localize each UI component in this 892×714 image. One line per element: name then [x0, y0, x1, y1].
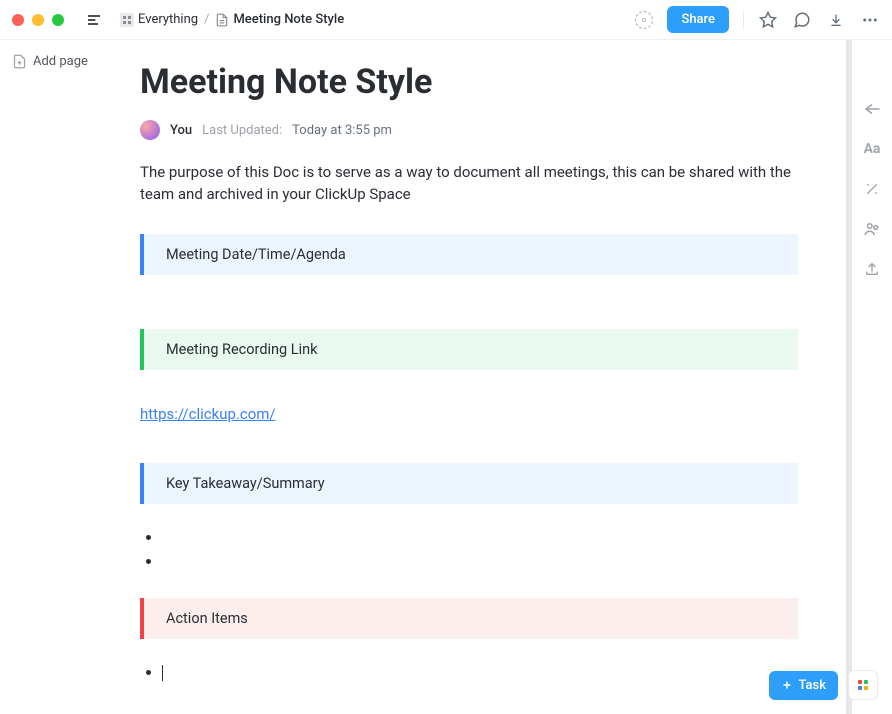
topbar-divider: [743, 11, 744, 29]
minimize-window-button[interactable]: [32, 14, 44, 26]
list-item[interactable]: [162, 528, 798, 546]
download-button[interactable]: [826, 10, 846, 30]
recording-link[interactable]: https://clickup.com/: [140, 405, 276, 423]
sidebar-toggle-button[interactable]: [82, 8, 106, 32]
author-avatar[interactable]: [140, 120, 160, 140]
favorite-button[interactable]: [758, 10, 778, 30]
add-page-label: Add page: [33, 54, 88, 69]
everything-icon: [120, 13, 134, 27]
collapse-button[interactable]: [863, 100, 881, 118]
doc-icon: [215, 13, 229, 27]
breadcrumb-root[interactable]: Everything: [120, 12, 198, 27]
breadcrumb-current-label: Meeting Note Style: [233, 12, 344, 27]
comment-icon: [793, 11, 811, 29]
typography-button[interactable]: Aa: [863, 140, 881, 158]
breadcrumb-separator: /: [204, 12, 209, 27]
share-button-label: Share: [681, 12, 715, 27]
upload-icon: [864, 261, 880, 277]
summary-list[interactable]: [140, 528, 798, 570]
window-controls: [12, 14, 64, 26]
new-task-button[interactable]: Task: [769, 671, 838, 700]
ai-button[interactable]: [863, 180, 881, 198]
list-item[interactable]: [162, 663, 798, 681]
topbar: Everything / Meeting Note Style Share: [0, 0, 892, 40]
callout-meeting-info[interactable]: Meeting Date/Time/Agenda: [140, 234, 798, 275]
apps-button[interactable]: [848, 670, 878, 700]
font-size-icon: Aa: [864, 141, 881, 157]
doc-scroll-area[interactable]: Meeting Note Style You Last Updated: Tod…: [128, 40, 852, 714]
download-arrow-icon: [828, 12, 844, 28]
actions-list[interactable]: [140, 663, 798, 681]
breadcrumb-current[interactable]: Meeting Note Style: [215, 12, 344, 27]
close-window-button[interactable]: [12, 14, 24, 26]
callout-actions-text: Action Items: [144, 598, 798, 639]
magic-icon: [864, 181, 880, 197]
intro-paragraph[interactable]: The purpose of this Doc is to serve as a…: [140, 162, 798, 206]
updated-value: Today at 3:55 pm: [292, 123, 392, 138]
people-icon: [863, 220, 881, 238]
text-cursor: [162, 665, 163, 681]
more-horizontal-icon: [861, 11, 879, 29]
doc-meta: You Last Updated: Today at 3:55 pm: [140, 120, 798, 140]
topbar-actions: Share: [635, 6, 880, 33]
updated-label: Last Updated:: [202, 123, 282, 138]
add-page-icon: [12, 54, 27, 69]
collapse-icon: [863, 102, 881, 116]
page-title[interactable]: Meeting Note Style: [140, 62, 798, 102]
author-name[interactable]: You: [170, 123, 192, 138]
comments-button[interactable]: [792, 10, 812, 30]
callout-summary[interactable]: Key Takeaway/Summary: [140, 463, 798, 504]
body-row: Add page Meeting Note Style You Last Upd…: [0, 40, 892, 714]
left-sidebar: Add page: [0, 40, 128, 714]
floating-actions: Task: [769, 670, 878, 700]
apps-grid-icon: [858, 680, 868, 690]
breadcrumb-root-label: Everything: [138, 12, 198, 27]
share-button[interactable]: Share: [667, 6, 729, 33]
doc-content[interactable]: Meeting Note Style You Last Updated: Tod…: [128, 40, 846, 714]
maximize-window-button[interactable]: [52, 14, 64, 26]
export-button[interactable]: [863, 260, 881, 278]
callout-summary-text: Key Takeaway/Summary: [144, 463, 798, 504]
collaborators-button[interactable]: [863, 220, 881, 238]
add-page-button[interactable]: Add page: [12, 48, 116, 75]
new-task-label: Task: [798, 678, 826, 693]
target-icon: [639, 15, 649, 25]
callout-action-items[interactable]: Action Items: [140, 598, 798, 639]
right-rail: Aa: [852, 40, 892, 714]
focus-badge[interactable]: [635, 11, 653, 29]
star-icon: [759, 11, 777, 29]
breadcrumb: Everything / Meeting Note Style: [120, 12, 635, 27]
more-button[interactable]: [860, 10, 880, 30]
callout-meeting-text: Meeting Date/Time/Agenda: [144, 234, 798, 275]
callout-recording-link[interactable]: Meeting Recording Link: [140, 329, 798, 370]
callout-recording-text: Meeting Recording Link: [144, 329, 798, 370]
list-item[interactable]: [162, 552, 798, 570]
plus-icon: [781, 679, 793, 691]
menu-icon: [86, 12, 102, 28]
